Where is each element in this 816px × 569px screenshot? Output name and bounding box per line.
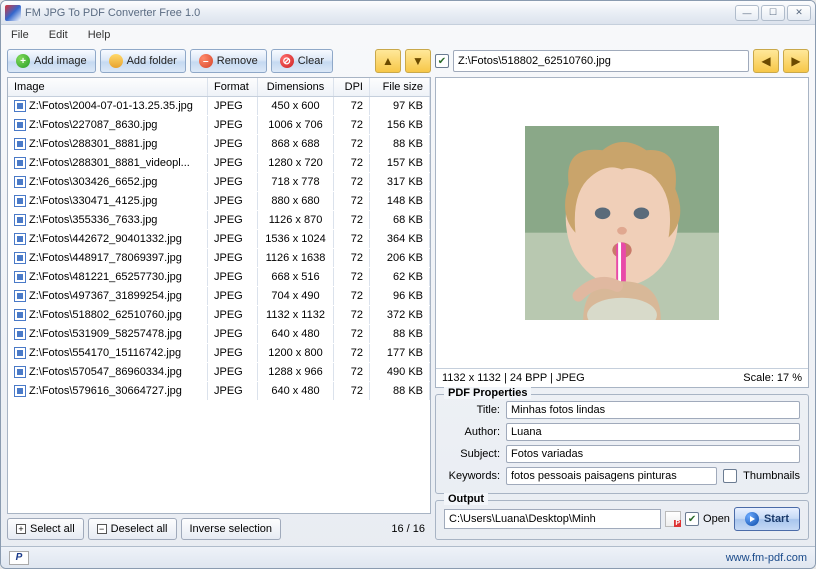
prev-image-button[interactable]: ◀ — [753, 49, 779, 73]
file-icon — [14, 119, 26, 131]
add-image-button[interactable]: + Add image — [7, 49, 96, 73]
title-input[interactable] — [506, 401, 800, 419]
window-title: FM JPG To PDF Converter Free 1.0 — [25, 7, 735, 19]
table-row[interactable]: Z:\Fotos\355336_7633.jpgJPEG1126 x 87072… — [8, 211, 430, 230]
file-icon — [14, 176, 26, 188]
preview-scale: Scale: 17 % — [743, 372, 802, 384]
output-path-input[interactable] — [444, 509, 661, 529]
inverse-selection-button[interactable]: Inverse selection — [181, 518, 282, 540]
maximize-button[interactable]: ☐ — [761, 5, 785, 21]
file-icon — [14, 366, 26, 378]
start-button[interactable]: Start — [734, 507, 800, 531]
table-row[interactable]: Z:\Fotos\497367_31899254.jpgJPEG704 x 49… — [8, 287, 430, 306]
remove-button[interactable]: – Remove — [190, 49, 267, 73]
col-filesize[interactable]: File size — [370, 78, 430, 96]
table-row[interactable]: Z:\Fotos\570547_86960334.jpgJPEG1288 x 9… — [8, 363, 430, 382]
next-image-button[interactable]: ▶ — [783, 49, 809, 73]
output-group: Output ✔ Open Start — [435, 500, 809, 540]
table-row[interactable]: Z:\Fotos\554170_15116742.jpgJPEG1200 x 8… — [8, 344, 430, 363]
clear-button[interactable]: ⊘ Clear — [271, 49, 333, 73]
file-icon — [14, 214, 26, 226]
folder-icon — [109, 54, 123, 68]
menu-file[interactable]: File — [7, 27, 33, 43]
col-dimensions[interactable]: Dimensions — [258, 78, 334, 96]
deselect-all-button[interactable]: − Deselect all — [88, 518, 177, 540]
table-row[interactable]: Z:\Fotos\288301_8881_videopl...JPEG1280 … — [8, 154, 430, 173]
minus-icon: – — [199, 54, 213, 68]
close-button[interactable]: ✕ — [787, 5, 811, 21]
app-window: FM JPG To PDF Converter Free 1.0 — ☐ ✕ F… — [0, 0, 816, 569]
file-icon — [14, 233, 26, 245]
table-row[interactable]: Z:\Fotos\2004-07-01-13.25.35.jpgJPEG450 … — [8, 97, 430, 116]
preview-image — [436, 78, 808, 368]
col-image[interactable]: Image — [8, 78, 208, 96]
selection-count: 16 / 16 — [391, 523, 431, 535]
clear-icon: ⊘ — [280, 54, 294, 68]
file-icon — [14, 195, 26, 207]
table-row[interactable]: Z:\Fotos\303426_6652.jpgJPEG718 x 778723… — [8, 173, 430, 192]
file-icon — [14, 138, 26, 150]
thumbnails-checkbox[interactable] — [723, 469, 737, 483]
add-folder-button[interactable]: Add folder — [100, 49, 186, 73]
table-row[interactable]: Z:\Fotos\531909_58257478.jpgJPEG640 x 48… — [8, 325, 430, 344]
table-row[interactable]: Z:\Fotos\579616_30664727.jpgJPEG640 x 48… — [8, 382, 430, 401]
col-dpi[interactable]: DPI — [334, 78, 370, 96]
file-icon — [14, 271, 26, 283]
plus-icon: + — [16, 54, 30, 68]
table-row[interactable]: Z:\Fotos\288301_8881.jpgJPEG868 x 688728… — [8, 135, 430, 154]
file-icon — [14, 347, 26, 359]
table-row[interactable]: Z:\Fotos\448917_78069397.jpgJPEG1126 x 1… — [8, 249, 430, 268]
file-list: Image Format Dimensions DPI File size Z:… — [7, 77, 431, 514]
minus-box-icon: − — [97, 524, 107, 534]
menubar: File Edit Help — [1, 25, 815, 45]
website-link[interactable]: www.fm-pdf.com — [726, 552, 807, 564]
file-icon — [14, 252, 26, 264]
menu-edit[interactable]: Edit — [45, 27, 72, 43]
table-row[interactable]: Z:\Fotos\481221_65257730.jpgJPEG668 x 51… — [8, 268, 430, 287]
file-icon — [14, 328, 26, 340]
play-icon — [745, 512, 759, 526]
author-input[interactable] — [506, 423, 800, 441]
app-icon — [5, 5, 21, 21]
table-row[interactable]: Z:\Fotos\227087_8630.jpgJPEG1006 x 70672… — [8, 116, 430, 135]
file-icon — [14, 290, 26, 302]
file-icon — [14, 309, 26, 321]
select-all-button[interactable]: + Select all — [7, 518, 84, 540]
preview-info-text: 1132 x 1132 | 24 BPP | JPEG — [442, 372, 585, 384]
minimize-button[interactable]: — — [735, 5, 759, 21]
keywords-input[interactable] — [506, 467, 717, 485]
preview-panel: 1132 x 1132 | 24 BPP | JPEG Scale: 17 % — [435, 77, 809, 388]
col-format[interactable]: Format — [208, 78, 258, 96]
table-row[interactable]: Z:\Fotos\330471_4125.jpgJPEG880 x 680721… — [8, 192, 430, 211]
preview-path: Z:\Fotos\518802_62510760.jpg — [453, 50, 749, 72]
preview-enabled-checkbox[interactable]: ✔ — [435, 54, 449, 68]
file-icon — [14, 385, 26, 397]
file-icon — [14, 100, 26, 112]
move-up-button[interactable]: ▲ — [375, 49, 401, 73]
menu-help[interactable]: Help — [84, 27, 115, 43]
browse-output-button[interactable] — [665, 511, 681, 527]
table-row[interactable]: Z:\Fotos\518802_62510760.jpgJPEG1132 x 1… — [8, 306, 430, 325]
move-down-button[interactable]: ▼ — [405, 49, 431, 73]
file-icon — [14, 157, 26, 169]
paypal-button[interactable]: P — [9, 551, 29, 565]
statusbar: P www.fm-pdf.com — [1, 546, 815, 568]
plus-box-icon: + — [16, 524, 26, 534]
subject-input[interactable] — [506, 445, 800, 463]
table-row[interactable]: Z:\Fotos\442672_90401332.jpgJPEG1536 x 1… — [8, 230, 430, 249]
titlebar: FM JPG To PDF Converter Free 1.0 — ☐ ✕ — [1, 1, 815, 25]
open-checkbox[interactable]: ✔ — [685, 512, 699, 526]
pdf-properties-group: PDF Properties Title: Author: Subject: K… — [435, 394, 809, 494]
